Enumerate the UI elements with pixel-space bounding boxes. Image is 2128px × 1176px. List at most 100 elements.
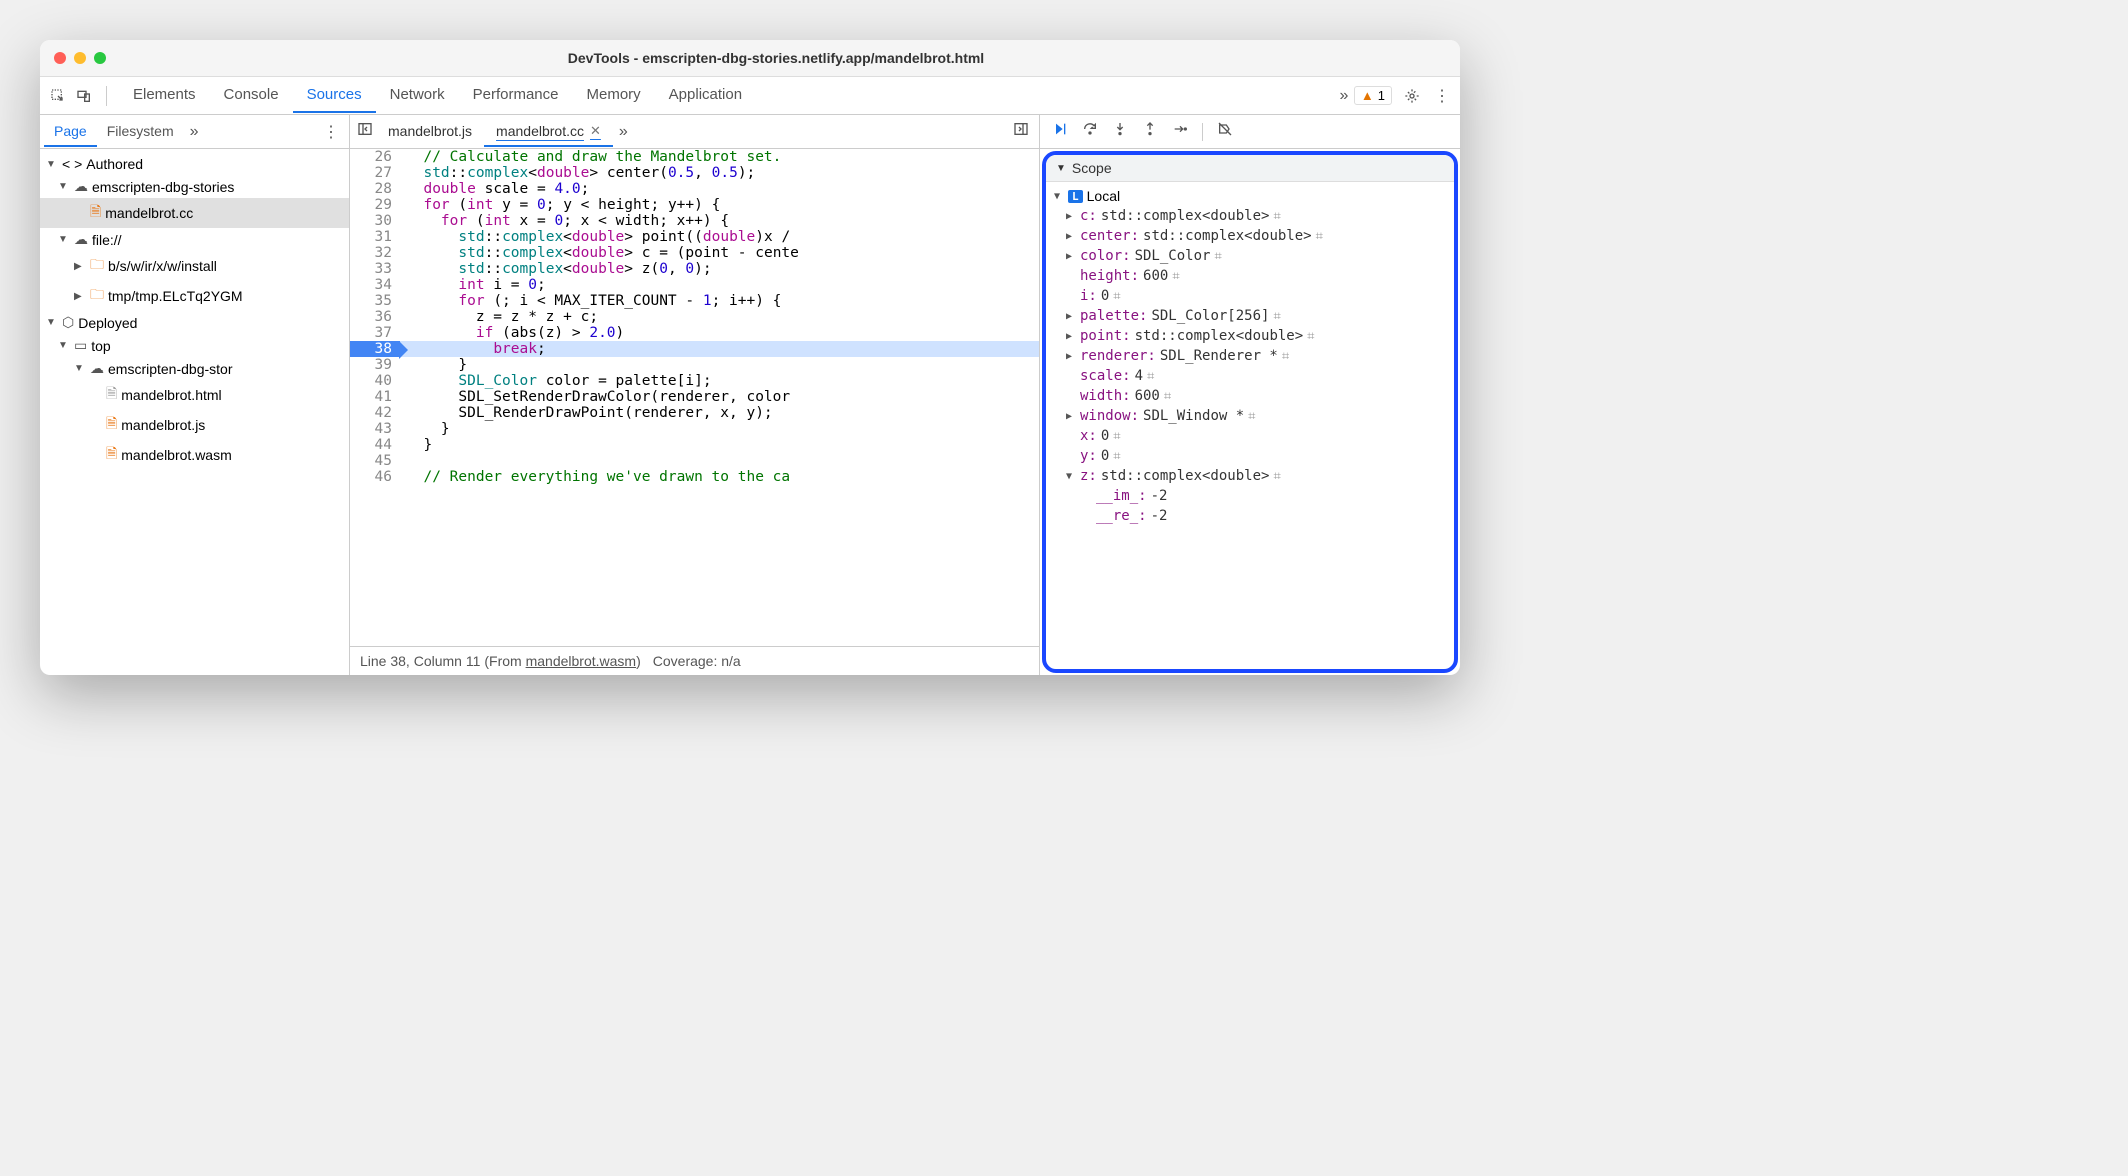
warning-badge[interactable]: ▲1 <box>1354 86 1392 105</box>
memory-icon[interactable]: ⌗ <box>1273 309 1280 324</box>
close-window-button[interactable] <box>54 52 66 64</box>
tree-origin[interactable]: ▼☁emscripten-dbg-stor <box>40 357 349 380</box>
scope-variable[interactable]: ▶palette: SDL_Color[256] ⌗ <box>1046 306 1454 326</box>
step-out-icon[interactable] <box>1142 121 1158 142</box>
code-line[interactable]: 29 for (int y = 0; y < height; y++) { <box>350 197 1039 213</box>
minimize-window-button[interactable] <box>74 52 86 64</box>
resume-icon[interactable] <box>1052 121 1068 142</box>
tree-origin[interactable]: ▼☁emscripten-dbg-stories <box>40 175 349 198</box>
code-line[interactable]: 36 z = z * z + c; <box>350 309 1039 325</box>
source-map-link[interactable]: mandelbrot.wasm <box>526 653 637 669</box>
memory-icon[interactable]: ⌗ <box>1172 269 1179 284</box>
memory-icon[interactable]: ⌗ <box>1113 429 1120 444</box>
tree-file-html[interactable]: 🗎mandelbrot.html <box>40 380 349 410</box>
tree-file-protocol[interactable]: ▼☁file:// <box>40 228 349 251</box>
line-gutter[interactable]: 46 <box>350 469 400 485</box>
tab-network[interactable]: Network <box>376 78 459 113</box>
memory-icon[interactable]: ⌗ <box>1307 329 1314 344</box>
memory-icon[interactable]: ⌗ <box>1164 389 1171 404</box>
line-gutter[interactable]: 32 <box>350 245 400 261</box>
scope-variable[interactable]: __im_: -2 <box>1046 486 1454 506</box>
line-gutter[interactable]: 45 <box>350 453 400 469</box>
memory-icon[interactable]: ⌗ <box>1113 449 1120 464</box>
line-gutter[interactable]: 29 <box>350 197 400 213</box>
tab-filesystem[interactable]: Filesystem <box>97 117 184 147</box>
device-toggle-icon[interactable] <box>74 86 94 106</box>
scope-variable[interactable]: ▶center: std::complex<double> ⌗ <box>1046 226 1454 246</box>
line-gutter[interactable]: 26 <box>350 149 400 165</box>
code-line[interactable]: 33 std::complex<double> z(0, 0); <box>350 261 1039 277</box>
tab-memory[interactable]: Memory <box>573 78 655 113</box>
code-line[interactable]: 34 int i = 0; <box>350 277 1039 293</box>
code-line[interactable]: 45 <box>350 453 1039 469</box>
code-line[interactable]: 26 // Calculate and draw the Mandelbrot … <box>350 149 1039 165</box>
tab-performance[interactable]: Performance <box>459 78 573 113</box>
scope-variable[interactable]: ▶c: std::complex<double> ⌗ <box>1046 206 1454 226</box>
line-gutter[interactable]: 37 <box>350 325 400 341</box>
scope-variable[interactable]: ▶point: std::complex<double> ⌗ <box>1046 326 1454 346</box>
line-gutter[interactable]: 31 <box>350 229 400 245</box>
settings-icon[interactable] <box>1402 86 1422 106</box>
tab-elements[interactable]: Elements <box>119 78 210 113</box>
editor-tab[interactable]: mandelbrot.js <box>376 117 484 147</box>
line-gutter[interactable]: 30 <box>350 213 400 229</box>
memory-icon[interactable]: ⌗ <box>1113 289 1120 304</box>
nav-kebab-icon[interactable]: ⋮ <box>317 120 345 144</box>
maximize-window-button[interactable] <box>94 52 106 64</box>
tab-page[interactable]: Page <box>44 117 97 147</box>
memory-icon[interactable]: ⌗ <box>1248 409 1255 424</box>
scope-variable[interactable]: __re_: -2 <box>1046 506 1454 526</box>
more-nav-tabs-icon[interactable]: » <box>184 123 205 141</box>
kebab-menu-icon[interactable]: ⋮ <box>1432 86 1452 106</box>
code-line[interactable]: 40 SDL_Color color = palette[i]; <box>350 373 1039 389</box>
step-over-icon[interactable] <box>1082 121 1098 142</box>
scope-variable[interactable]: i: 0 ⌗ <box>1046 286 1454 306</box>
tree-frame-top[interactable]: ▼▭top <box>40 334 349 357</box>
step-into-icon[interactable] <box>1112 121 1128 142</box>
code-line[interactable]: 35 for (; i < MAX_ITER_COUNT - 1; i++) { <box>350 293 1039 309</box>
memory-icon[interactable]: ⌗ <box>1316 229 1323 244</box>
code-line[interactable]: 31 std::complex<double> point((double)x … <box>350 229 1039 245</box>
tree-file-js[interactable]: 🗎mandelbrot.js <box>40 410 349 440</box>
tree-group-deployed[interactable]: ▼⬡Deployed <box>40 311 349 334</box>
line-gutter[interactable]: 34 <box>350 277 400 293</box>
scope-variable[interactable]: height: 600 ⌗ <box>1046 266 1454 286</box>
tree-folder[interactable]: ▶🗀b/s/w/ir/x/w/install <box>40 251 349 281</box>
code-line[interactable]: 41 SDL_SetRenderDrawColor(renderer, colo… <box>350 389 1039 405</box>
more-editor-tabs-icon[interactable]: » <box>613 123 634 141</box>
scope-variable[interactable]: ▼z: std::complex<double> ⌗ <box>1046 466 1454 486</box>
code-line[interactable]: 42 SDL_RenderDrawPoint(renderer, x, y); <box>350 405 1039 421</box>
scope-variable[interactable]: scale: 4 ⌗ <box>1046 366 1454 386</box>
memory-icon[interactable]: ⌗ <box>1282 349 1289 364</box>
scope-variable[interactable]: ▶renderer: SDL_Renderer * ⌗ <box>1046 346 1454 366</box>
code-area[interactable]: 26 // Calculate and draw the Mandelbrot … <box>350 149 1039 646</box>
scope-variable[interactable]: ▶window: SDL_Window * ⌗ <box>1046 406 1454 426</box>
tree-folder[interactable]: ▶🗀tmp/tmp.ELcTq2YGM <box>40 281 349 311</box>
scope-variable[interactable]: x: 0 ⌗ <box>1046 426 1454 446</box>
line-gutter[interactable]: 40 <box>350 373 400 389</box>
memory-icon[interactable]: ⌗ <box>1273 209 1280 224</box>
memory-icon[interactable]: ⌗ <box>1147 369 1154 384</box>
line-gutter[interactable]: 28 <box>350 181 400 197</box>
scope-local-header[interactable]: ▼LLocal <box>1046 186 1454 206</box>
tree-file-wasm[interactable]: 🗎mandelbrot.wasm <box>40 440 349 470</box>
memory-icon[interactable]: ⌗ <box>1273 469 1280 484</box>
line-gutter[interactable]: 43 <box>350 421 400 437</box>
line-gutter[interactable]: 39 <box>350 357 400 373</box>
code-line[interactable]: 38 break; <box>350 341 1039 357</box>
code-line[interactable]: 28 double scale = 4.0; <box>350 181 1039 197</box>
code-line[interactable]: 39 } <box>350 357 1039 373</box>
line-gutter[interactable]: 36 <box>350 309 400 325</box>
memory-icon[interactable]: ⌗ <box>1214 249 1221 264</box>
deactivate-breakpoints-icon[interactable] <box>1217 121 1233 142</box>
toggle-navigator-icon[interactable] <box>354 121 376 142</box>
line-gutter[interactable]: 35 <box>350 293 400 309</box>
tab-console[interactable]: Console <box>210 78 293 113</box>
scope-header[interactable]: ▼Scope <box>1046 155 1454 182</box>
code-line[interactable]: 46 // Render everything we've drawn to t… <box>350 469 1039 485</box>
scope-variable[interactable]: width: 600 ⌗ <box>1046 386 1454 406</box>
line-gutter[interactable]: 27 <box>350 165 400 181</box>
editor-tab[interactable]: mandelbrot.cc✕ <box>484 117 613 147</box>
line-gutter[interactable]: 33 <box>350 261 400 277</box>
step-icon[interactable] <box>1172 121 1188 142</box>
